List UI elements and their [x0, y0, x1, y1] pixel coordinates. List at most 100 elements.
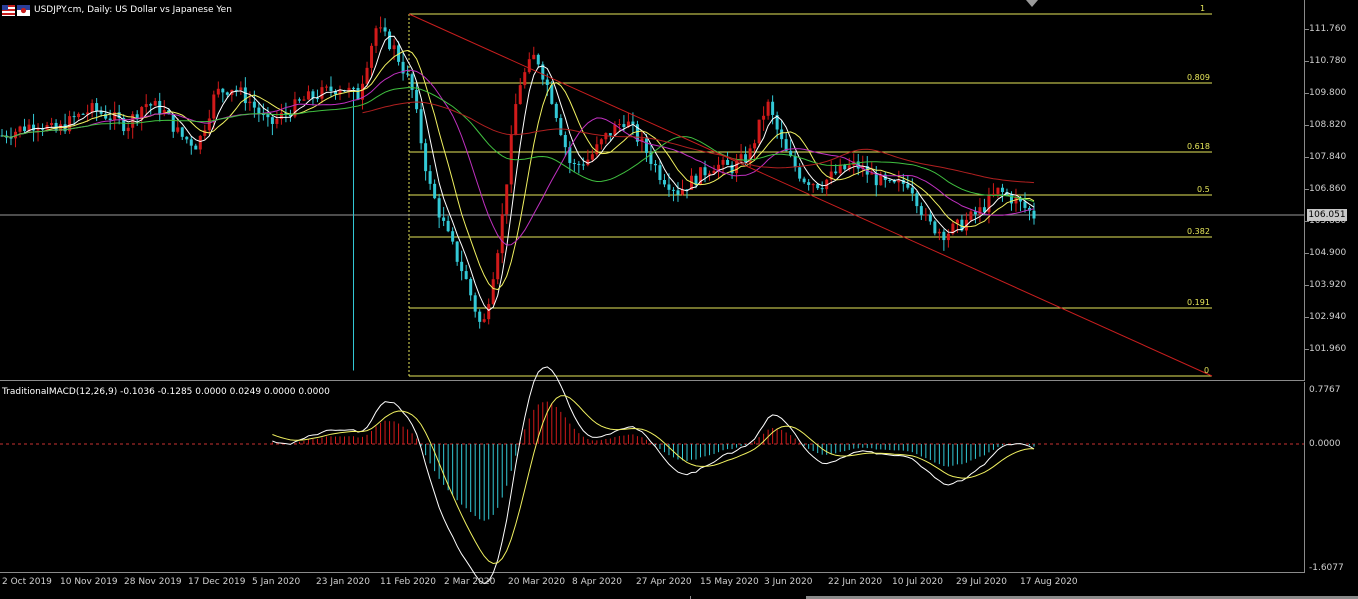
time-axis-label: 2 Mar 2020 — [444, 577, 496, 587]
candle-body — [820, 188, 824, 190]
candle-body — [644, 138, 648, 153]
candle-body — [888, 179, 892, 181]
candle-body — [180, 127, 184, 137]
candle-body — [496, 253, 500, 280]
candle-body — [617, 124, 621, 126]
candle-body — [203, 130, 207, 136]
candle-body — [455, 241, 459, 262]
candle-body — [482, 319, 486, 322]
macd-line — [272, 366, 1035, 585]
ma-80-line — [362, 101, 1035, 184]
candle-body — [356, 87, 360, 100]
candle-body — [946, 233, 950, 241]
candle-body — [437, 198, 441, 218]
ma-40-line — [1, 87, 1035, 203]
candle-body — [1000, 187, 1004, 193]
candle-body — [189, 139, 193, 146]
candle-body — [266, 114, 270, 118]
candle-body — [622, 124, 626, 128]
time-axis-label: 28 Nov 2019 — [124, 577, 182, 587]
time-axis-label: 15 May 2020 — [700, 577, 759, 587]
price-axis-label: 103.920 — [1309, 280, 1347, 290]
candle-body — [216, 88, 220, 95]
chart-title: USDJPY.cm, Daily: US Dollar vs Japanese … — [34, 5, 232, 15]
time-axis-label: 27 Apr 2020 — [636, 577, 692, 587]
candle-body — [95, 103, 99, 112]
candle-body — [365, 67, 369, 84]
price-axis-tick — [1305, 253, 1309, 254]
candle-body — [771, 101, 775, 115]
candle-body — [671, 189, 675, 191]
us-jp-flag-icon — [2, 5, 30, 16]
price-axis-tick — [1305, 93, 1309, 94]
candle-body — [370, 45, 374, 68]
ma-fast-line — [1, 35, 1035, 312]
candle-body — [379, 27, 383, 29]
candle-body — [153, 100, 157, 106]
candle-body — [270, 117, 274, 124]
candle-body — [248, 101, 252, 104]
current-price-label: 106.051 — [1307, 209, 1347, 221]
macd-axis-bottom: -1.6077 — [1309, 563, 1344, 573]
candle-body — [90, 103, 94, 113]
candle-body — [320, 87, 324, 99]
time-axis-label: 3 Jun 2020 — [764, 577, 813, 587]
time-axis-label: 8 Apr 2020 — [572, 577, 622, 587]
candle-body — [306, 91, 310, 100]
candle-body — [451, 231, 455, 242]
candle-body — [257, 107, 261, 115]
price-axis-label: 107.840 — [1309, 152, 1347, 162]
candle-body — [99, 111, 103, 114]
candle-body — [793, 155, 797, 168]
macd-axis-top: 0.7767 — [1309, 385, 1341, 395]
candle-body — [996, 187, 1000, 194]
candle-body — [919, 206, 923, 216]
candle-body — [324, 86, 328, 88]
fibo-level-label: 1 — [1200, 4, 1206, 13]
candle-body — [757, 119, 761, 144]
candle-body — [207, 118, 211, 131]
candle-body — [518, 85, 522, 105]
fibo-level-label: 0.382 — [1187, 227, 1210, 236]
candle-body — [392, 45, 396, 50]
candle-body — [275, 118, 279, 124]
candle-body — [559, 118, 563, 136]
candle-body — [658, 165, 662, 180]
candle-body — [77, 113, 81, 118]
candle-body — [662, 179, 666, 185]
candle-body — [428, 171, 432, 184]
price-axis-label: 106.860 — [1309, 184, 1347, 194]
candle-body — [590, 154, 594, 160]
candle-body — [329, 86, 333, 92]
candle-body — [653, 163, 657, 166]
time-axis-label: 29 Jul 2020 — [956, 577, 1007, 587]
candle-body — [910, 187, 914, 194]
candle-body — [608, 133, 612, 136]
time-axis-label: 2 Oct 2019 — [2, 577, 52, 587]
candle-body — [798, 167, 802, 179]
candle-body — [108, 118, 112, 121]
candle-body — [406, 73, 410, 75]
price-axis-tick — [1305, 157, 1309, 158]
candle-body — [532, 54, 536, 60]
candle-body — [879, 174, 883, 186]
candle-body — [464, 271, 468, 280]
fibo-level-label: 0.5 — [1197, 185, 1210, 194]
candle-body — [924, 214, 928, 216]
candle-body — [744, 154, 748, 163]
candle-body — [1023, 201, 1027, 208]
candle-body — [937, 231, 941, 234]
candle-body — [50, 122, 54, 126]
candle-body — [577, 163, 581, 165]
price-axis-label: 109.800 — [1309, 88, 1347, 98]
candle-body — [721, 159, 725, 165]
candle-body — [766, 101, 770, 116]
candle-body — [874, 173, 878, 186]
candle-body — [838, 164, 842, 174]
candle-body — [126, 127, 130, 132]
chart-canvas — [0, 13, 1304, 585]
candle-body — [171, 114, 175, 132]
candle-body — [72, 116, 76, 118]
candle-body — [473, 295, 477, 312]
chart-shift-marker-icon[interactable] — [1026, 0, 1038, 7]
